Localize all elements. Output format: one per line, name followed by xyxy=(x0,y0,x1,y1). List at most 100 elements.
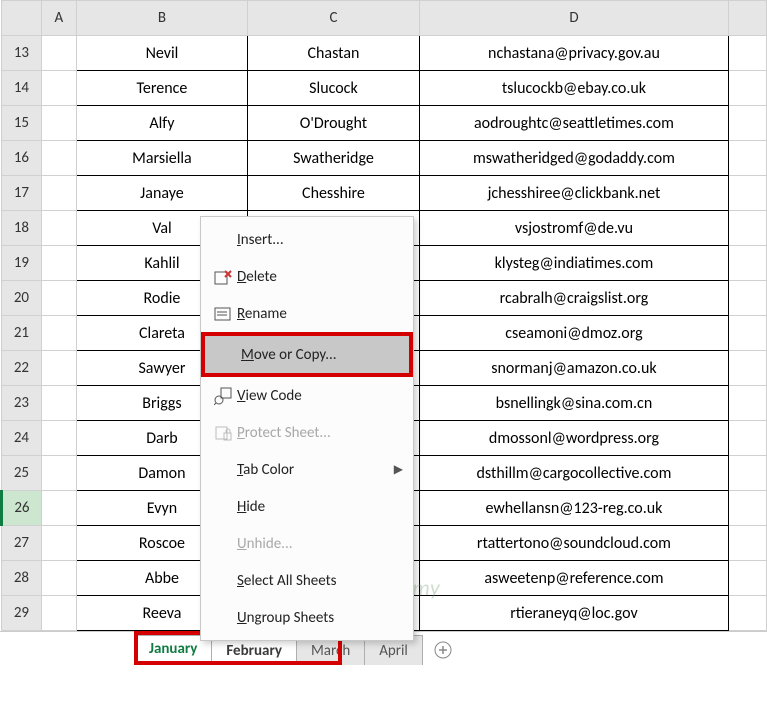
cell[interactable]: Alfy xyxy=(76,106,247,141)
cell[interactable] xyxy=(729,246,767,281)
new-sheet-button[interactable] xyxy=(428,635,458,665)
cell[interactable] xyxy=(729,561,767,596)
menu-delete-label: Delete xyxy=(237,268,403,286)
cell[interactable] xyxy=(41,526,76,561)
cell[interactable] xyxy=(41,456,76,491)
cell[interactable]: bsnellingk@sina.com.cn xyxy=(419,386,728,421)
cell[interactable] xyxy=(729,316,767,351)
cell[interactable]: asweetenp@reference.com xyxy=(419,561,728,596)
cell[interactable]: cseamoni@dmoz.org xyxy=(419,316,728,351)
cell[interactable]: Chastan xyxy=(248,36,420,71)
cell[interactable] xyxy=(729,176,767,211)
cell[interactable] xyxy=(729,421,767,456)
menu-tab-color-label: Tab Color xyxy=(237,461,394,479)
row-header[interactable]: 25 xyxy=(2,456,42,491)
row-header[interactable]: 24 xyxy=(2,421,42,456)
cell[interactable]: Nevil xyxy=(76,36,247,71)
cell[interactable]: aodroughtc@seattletimes.com xyxy=(419,106,728,141)
menu-hide[interactable]: Hide xyxy=(201,488,413,525)
menu-tab-color[interactable]: Tab Color ▶ xyxy=(201,451,413,488)
row-header[interactable]: 18 xyxy=(2,211,42,246)
cell[interactable] xyxy=(41,596,76,631)
cell[interactable] xyxy=(729,71,767,106)
cell[interactable] xyxy=(729,351,767,386)
cell[interactable] xyxy=(729,281,767,316)
row-header[interactable]: 28 xyxy=(2,561,42,596)
cell[interactable]: mswatheridged@godaddy.com xyxy=(419,141,728,176)
cell[interactable] xyxy=(41,421,76,456)
cell[interactable] xyxy=(41,281,76,316)
cell[interactable] xyxy=(729,491,767,526)
cell[interactable] xyxy=(41,386,76,421)
cell[interactable] xyxy=(41,71,76,106)
cell[interactable] xyxy=(729,526,767,561)
cell[interactable]: rcabralh@craigslist.org xyxy=(419,281,728,316)
row-header[interactable]: 16 xyxy=(2,141,42,176)
cell[interactable]: tslucockb@ebay.co.uk xyxy=(419,71,728,106)
cell[interactable] xyxy=(729,36,767,71)
cell[interactable] xyxy=(41,106,76,141)
cell[interactable]: O'Drought xyxy=(248,106,420,141)
cell[interactable]: jchesshiree@clickbank.net xyxy=(419,176,728,211)
row-header[interactable]: 23 xyxy=(2,386,42,421)
cell[interactable]: Chesshire xyxy=(248,176,420,211)
cell[interactable] xyxy=(41,176,76,211)
menu-insert[interactable]: Insert... xyxy=(201,221,413,258)
cell[interactable] xyxy=(41,246,76,281)
cell[interactable] xyxy=(729,106,767,141)
col-header-e[interactable] xyxy=(729,1,767,36)
cell[interactable]: Swatheridge xyxy=(248,141,420,176)
cell[interactable] xyxy=(41,36,76,71)
cell[interactable]: rtattertono@soundcloud.com xyxy=(419,526,728,561)
cell[interactable] xyxy=(41,561,76,596)
cell[interactable] xyxy=(41,141,76,176)
cell[interactable]: ewhellansn@123-reg.co.uk xyxy=(419,491,728,526)
row-header[interactable]: 22 xyxy=(2,351,42,386)
cell[interactable]: rtieraneyq@loc.gov xyxy=(419,596,728,631)
cell[interactable]: klysteg@indiatimes.com xyxy=(419,246,728,281)
menu-ungroup-sheets[interactable]: Ungroup Sheets xyxy=(201,599,413,636)
row-header[interactable]: 19 xyxy=(2,246,42,281)
row-header[interactable]: 29 xyxy=(2,596,42,631)
row-header[interactable]: 14 xyxy=(2,71,42,106)
menu-view-code[interactable]: View Code xyxy=(201,377,413,414)
select-all-corner[interactable] xyxy=(2,1,42,36)
menu-unhide: Unhide... xyxy=(201,525,413,562)
menu-rename[interactable]: Rename xyxy=(201,295,413,332)
menu-select-all-sheets[interactable]: Select All Sheets xyxy=(201,562,413,599)
cell[interactable] xyxy=(729,456,767,491)
row-header[interactable]: 15 xyxy=(2,106,42,141)
cell[interactable]: Marsiella xyxy=(76,141,247,176)
cell[interactable] xyxy=(41,211,76,246)
col-header-b[interactable]: B xyxy=(76,1,247,36)
menu-select-all-label: Select All Sheets xyxy=(237,572,403,590)
row-header[interactable]: 26 xyxy=(2,491,42,526)
row-header[interactable]: 20 xyxy=(2,281,42,316)
menu-delete[interactable]: Delete xyxy=(201,258,413,295)
cell[interactable] xyxy=(729,596,767,631)
table-row: 15 AlfyO'Droughtaodroughtc@seattletimes.c… xyxy=(2,106,767,141)
cell[interactable] xyxy=(729,211,767,246)
cell[interactable] xyxy=(41,316,76,351)
cell[interactable]: Terence xyxy=(76,71,247,106)
cell[interactable]: snormanj@amazon.co.uk xyxy=(419,351,728,386)
cell[interactable] xyxy=(729,141,767,176)
cell[interactable] xyxy=(729,386,767,421)
cell[interactable]: nchastana@privacy.gov.au xyxy=(419,36,728,71)
rename-icon xyxy=(209,305,237,323)
row-header[interactable]: 17 xyxy=(2,176,42,211)
cell[interactable]: dsthillm@cargocollective.com xyxy=(419,456,728,491)
cell[interactable]: Slucock xyxy=(248,71,420,106)
row-header[interactable]: 13 xyxy=(2,36,42,71)
cell[interactable] xyxy=(41,491,76,526)
col-header-c[interactable]: C xyxy=(248,1,420,36)
col-header-d[interactable]: D xyxy=(419,1,728,36)
cell[interactable]: Janaye xyxy=(76,176,247,211)
cell[interactable] xyxy=(41,351,76,386)
cell[interactable]: vsjostromf@de.vu xyxy=(419,211,728,246)
row-header[interactable]: 21 xyxy=(2,316,42,351)
col-header-a[interactable]: A xyxy=(41,1,76,36)
row-header[interactable]: 27 xyxy=(2,526,42,561)
cell[interactable]: dmossonl@wordpress.org xyxy=(419,421,728,456)
menu-move-or-copy[interactable]: Move or Copy... xyxy=(205,336,409,373)
